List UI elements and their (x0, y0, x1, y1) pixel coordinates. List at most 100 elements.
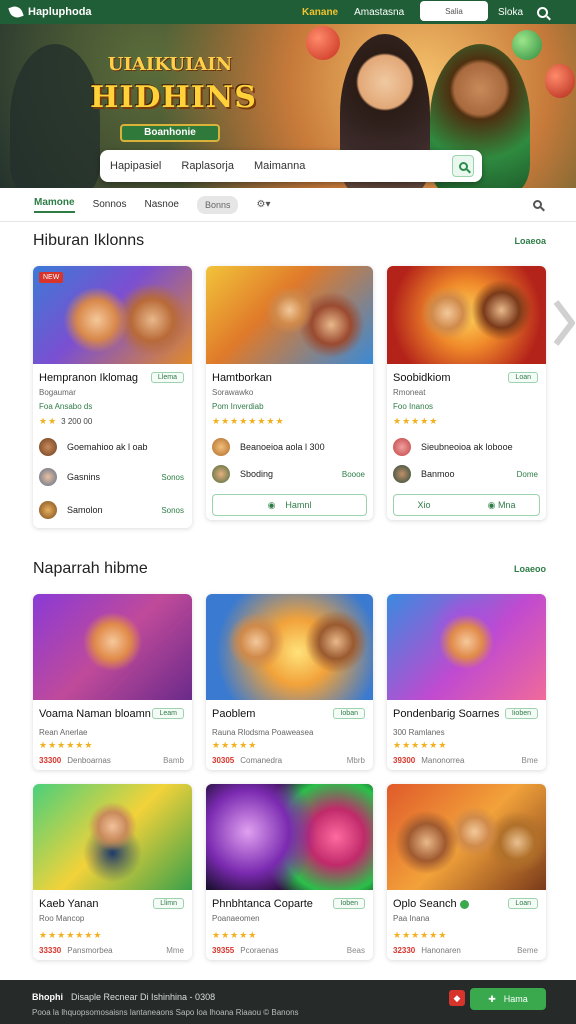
tab-pill[interactable]: Bonns (196, 195, 239, 214)
card-tag[interactable]: Loan (508, 898, 538, 909)
list-item-action[interactable]: Dome (517, 470, 538, 479)
nav-item-home[interactable]: Kanane (302, 7, 338, 18)
card-tag[interactable]: Iioben (504, 708, 538, 719)
game-card[interactable]: Oplo Seanch Loan Paa Inana ★★★★★★ 32330 H… (387, 784, 546, 960)
game-thumbnail (387, 266, 546, 364)
search-submit-button[interactable] (452, 155, 474, 177)
card-title-text: Oplo Seanch (393, 898, 457, 910)
price-value: 39300 (393, 756, 416, 765)
game-card[interactable]: Kaeb Yanan Llimn Roo Mancop ★★★★★★★ 3333… (33, 784, 192, 960)
game-card[interactable]: Paoblem Ioban Rauna Rlodsma Poaweasea ★★… (206, 594, 373, 770)
tab-home[interactable]: Mamone (34, 197, 75, 213)
card-tag[interactable]: Ioben (333, 898, 365, 909)
carousel-next-icon[interactable] (552, 296, 576, 350)
avatar (39, 468, 57, 486)
list-item[interactable]: Goemahioo ak l oab (39, 436, 184, 458)
filter-icon[interactable]: ⚙▾ (256, 199, 270, 210)
card-title: Soobidkiom (393, 372, 451, 384)
card-actions[interactable]: Xio ◉ Mna (393, 494, 540, 516)
list-item-label: Samolon (67, 505, 103, 515)
game-card[interactable]: Phnbhtanca Coparte Ioben Poanaeomen ★★★★… (206, 784, 373, 960)
balloon-red (306, 26, 340, 60)
price-value: 39355 (212, 946, 235, 955)
list-item[interactable]: Sieubneoioa ak lobooe (393, 436, 538, 458)
footer-cta-button[interactable]: ✚ Hama (470, 988, 546, 1010)
game-card[interactable]: Pondenbarig Soarnes Iioben 300 Ramlanes … (387, 594, 546, 770)
star-rating: ★★★★★★★★ (212, 416, 285, 426)
section-title-popular: Naparrah hibme (33, 560, 148, 577)
section-see-all-link[interactable]: Loaeoa (514, 236, 546, 246)
card-subtitle: 300 Ramlanes (393, 728, 445, 737)
card-title: Voama Naman bloamn (39, 708, 151, 720)
card-action-left[interactable]: Xio (418, 500, 431, 510)
card-title: Hempranon Iklomag (39, 372, 139, 384)
chat-icon: ✚ (488, 993, 496, 1004)
game-card[interactable]: NEW Hempranon Iklomag Llema Bogaumar Foa… (33, 266, 192, 528)
search-icon (533, 200, 542, 209)
card-tag[interactable]: Ioban (333, 708, 365, 719)
star-rating: ★★★★★ (393, 416, 439, 426)
gift-icon[interactable]: ◆ (449, 990, 465, 1006)
card-subtitle: Bogaumar (39, 388, 76, 397)
star-rating: ★★★★★ (212, 740, 258, 750)
card-title: Hamtborkan (212, 372, 272, 384)
footer-info: Disaple Recnear Di Ishinhina - 0308 (71, 992, 216, 1002)
list-item[interactable]: Samolon Sonos (39, 499, 184, 521)
search-filter-1[interactable]: Hapipasiel (110, 160, 161, 172)
nav-item-login[interactable]: Sloka (498, 7, 523, 18)
game-thumbnail (33, 784, 192, 890)
brand-logo[interactable]: Hapluphoda (8, 4, 92, 20)
search-icon[interactable] (537, 6, 549, 18)
balloon-red-right (545, 64, 575, 98)
price-value: 32330 (393, 946, 416, 955)
search-icon (458, 161, 468, 171)
game-thumbnail (33, 594, 192, 700)
price-note: Hanonaren (421, 946, 461, 955)
search-filter-2[interactable]: Raplasorja (181, 160, 234, 172)
game-card[interactable]: Soobidkiom Loan Rmoneat Foo Inanos ★★★★★… (387, 266, 546, 520)
card-tag[interactable]: Llema (150, 372, 184, 383)
card-subtitle: Roo Mancop (39, 914, 85, 923)
price-value: 33300 (39, 756, 62, 765)
card-action-right[interactable]: ◉ Mna (488, 500, 516, 511)
price-extra: Mbrb (346, 756, 365, 765)
list-item-action[interactable]: Boooe (342, 470, 365, 479)
stars: ★★ (39, 416, 58, 426)
search-filter-3[interactable]: Maimanna (254, 160, 305, 172)
card-subtitle: Rmoneat (393, 388, 426, 397)
footer-cta-label: Hama (503, 994, 528, 1004)
card-tag[interactable]: Leam (152, 708, 184, 719)
list-item[interactable]: Beanoeioa aola l 300 (212, 436, 365, 458)
leaf-icon (8, 4, 24, 20)
card-title: Phnbhtanca Coparte (212, 898, 313, 910)
card-tag[interactable]: Loan (508, 372, 538, 383)
price-note: Comanedra (240, 756, 283, 765)
card-tag[interactable]: Llimn (153, 898, 184, 909)
play-button[interactable]: ◉ Hamnl (212, 494, 367, 516)
nav-search-input[interactable]: Salia (420, 1, 488, 21)
hero-game-logo: UIAIKUIAIN HIDHINS Boanhonie (90, 46, 256, 156)
avatar (393, 438, 411, 456)
hero-search-bar[interactable]: Hapipasiel Raplasorja Maimanna (100, 150, 482, 182)
list-item[interactable]: Banmoo Dome (393, 463, 538, 485)
hero-character-left (10, 44, 100, 188)
list-item-action[interactable]: Sonos (161, 473, 184, 482)
game-card[interactable]: Hamtborkan Sorawawko Pom Inverdiab ★★★★★… (206, 266, 373, 520)
list-item-label: Gasnins (67, 472, 101, 482)
tab-search-button[interactable] (533, 200, 542, 212)
nav-item-explore[interactable]: Amastasna (354, 7, 404, 18)
price: 39300 Manonorrea (393, 756, 464, 765)
list-item-action[interactable]: Sonos (161, 506, 184, 515)
price-extra: Beas (346, 946, 365, 955)
price-note: Pansmorbea (67, 946, 113, 955)
tab-second[interactable]: Sonnos (93, 199, 127, 210)
section-see-all-link[interactable]: Loaeoo (514, 564, 546, 574)
list-item[interactable]: Sboding Boooe (212, 463, 365, 485)
tab-third[interactable]: Nasnoe (144, 199, 178, 210)
list-item[interactable]: Gasnins Sonos (39, 466, 184, 488)
game-card[interactable]: Voama Naman bloamn Leam Rean Anerlae ★★★… (33, 594, 192, 770)
star-rating: ★★★★★ (212, 930, 258, 940)
avatar (212, 438, 230, 456)
price-extra: Mme (166, 946, 184, 955)
new-badge: NEW (39, 272, 64, 283)
